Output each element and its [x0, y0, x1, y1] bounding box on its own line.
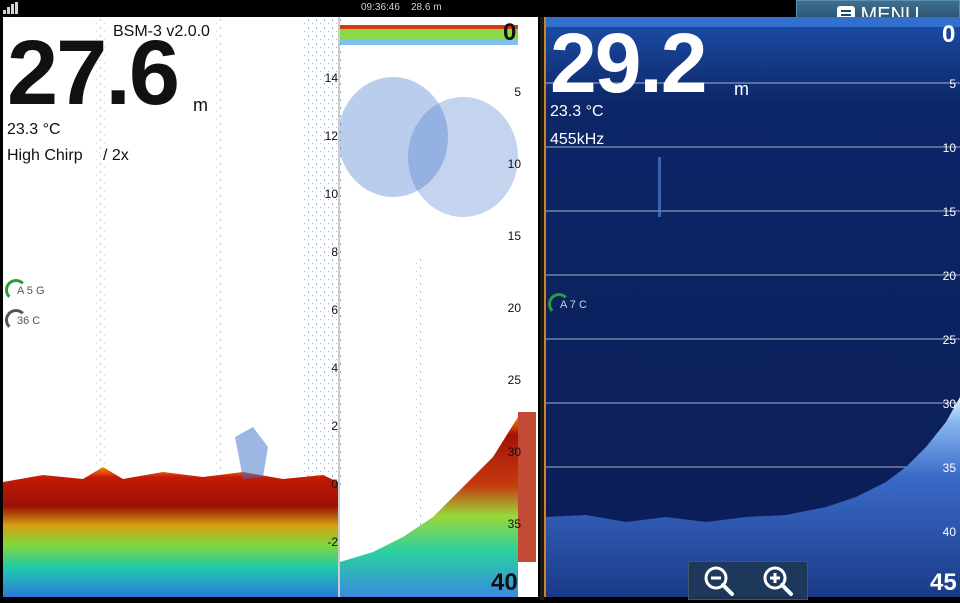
- left-sonar-pane[interactable]: BSM-3 v2.0.0 27.6 m 23.3 °C High Chirp /…: [3, 17, 538, 597]
- left-zoom-label: / 2x: [103, 147, 129, 164]
- inner-scale-label: 6: [331, 303, 338, 317]
- left-gain-gauge[interactable]: A 5 G: [5, 279, 55, 301]
- depth-scale-label: 30: [507, 445, 521, 459]
- left-contrast-gauge[interactable]: 36 C: [5, 309, 55, 331]
- zoom-out-button[interactable]: [702, 564, 736, 598]
- clock-text: 09:36:46: [361, 2, 400, 13]
- right-range-bottom: 45: [930, 569, 957, 596]
- left-temperature: 23.3 °C: [7, 121, 61, 138]
- inner-scale-label: 12: [324, 129, 338, 143]
- depth-scale-label: 15: [507, 229, 521, 243]
- depth-scale-label: 40: [942, 525, 956, 539]
- right-depth-readout: 29.2: [550, 17, 707, 110]
- depth-scale-label: 20: [507, 301, 521, 315]
- right-depth-unit: m: [734, 79, 749, 99]
- left-depth-readout: 27.6: [7, 22, 180, 124]
- depth-scale-label: 35: [942, 461, 956, 475]
- left-range-top: 0: [503, 19, 517, 46]
- depth-scale-label: 30: [942, 397, 956, 411]
- inner-scale-label: 0: [331, 477, 338, 491]
- left-mode-label: High Chirp: [7, 147, 83, 164]
- right-frequency: 455kHz: [550, 131, 605, 148]
- inner-scale-label: -2: [327, 535, 338, 549]
- depth-scale-label: 15: [942, 205, 956, 219]
- depth-scale-label: 5: [949, 77, 956, 91]
- signal-icon: [3, 2, 18, 14]
- status-depth-text: 28.6 m: [411, 2, 442, 13]
- left-depth-unit: m: [193, 95, 208, 115]
- zoom-controls: [688, 561, 808, 600]
- inner-scale-label: 2: [331, 419, 338, 433]
- right-gain-gauge[interactable]: A 7 C: [548, 293, 598, 315]
- inner-scale-label: 4: [331, 361, 338, 375]
- right-range-top: 0: [942, 21, 956, 48]
- zoom-out-icon: [704, 566, 734, 596]
- right-sonar-pane[interactable]: 29.2 m 23.3 °C 455kHz A 7 C 0 45 5 10 15…: [544, 17, 960, 597]
- inner-scale-label: 10: [324, 187, 338, 201]
- depth-scale-label: 10: [942, 141, 956, 155]
- depth-scale-label: 10: [507, 157, 521, 171]
- depth-scale-label: 25: [942, 333, 956, 347]
- left-range-bottom: 40: [491, 569, 518, 596]
- depth-scale-label: 20: [942, 269, 956, 283]
- zoom-in-icon: [763, 566, 793, 596]
- depth-scale-label: 25: [507, 373, 521, 387]
- zoom-in-button[interactable]: [761, 564, 795, 598]
- inner-scale-label: 8: [331, 245, 338, 259]
- inner-scale-label: 14: [324, 71, 338, 85]
- depth-scale-label: 35: [507, 517, 521, 531]
- right-temperature: 23.3 °C: [550, 103, 604, 120]
- depth-scale-label: 5: [514, 85, 521, 99]
